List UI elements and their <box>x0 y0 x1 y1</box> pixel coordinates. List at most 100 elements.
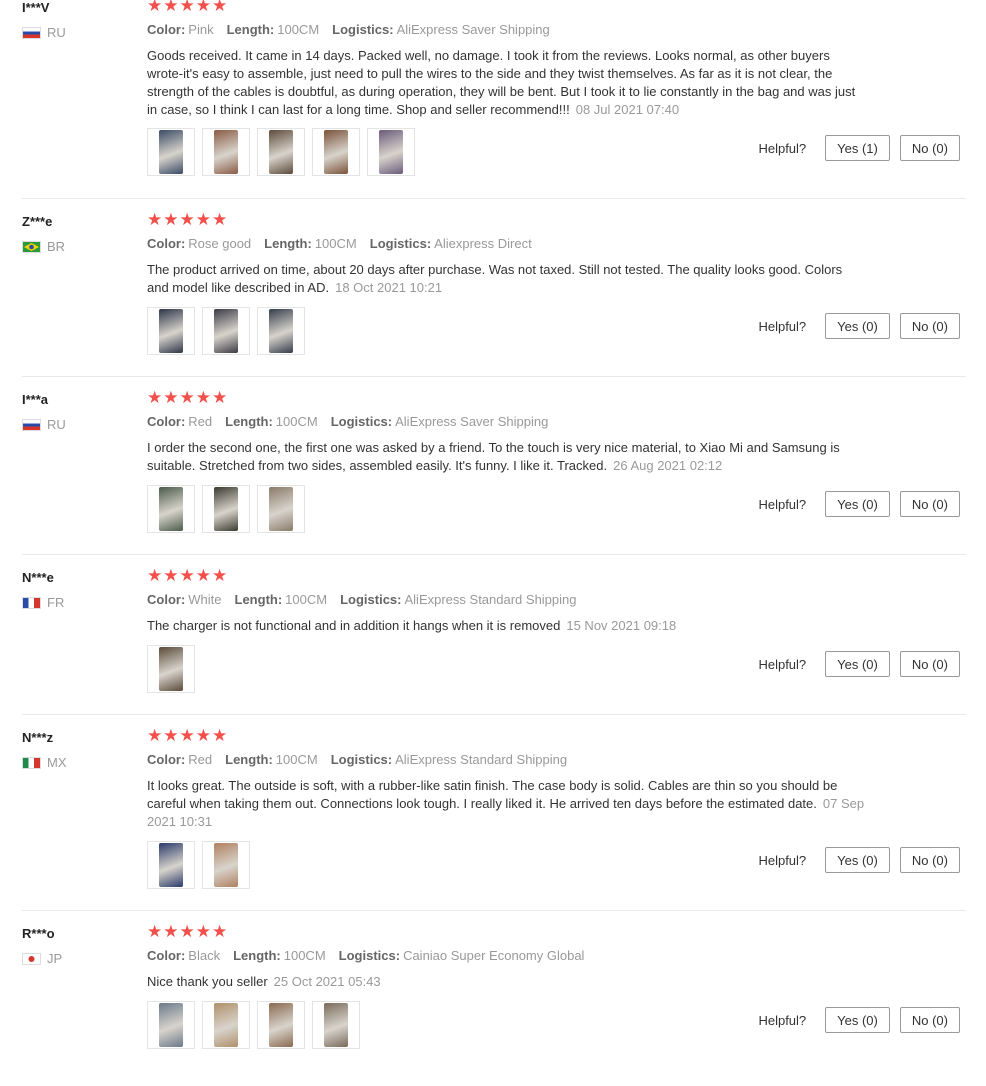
review-photos <box>147 645 202 693</box>
helpful-label: Helpful? <box>758 140 807 156</box>
review-photo[interactable] <box>202 841 250 889</box>
review-photo[interactable] <box>147 645 195 693</box>
review-photo[interactable] <box>257 1001 305 1049</box>
brazil-flag-icon <box>22 240 41 253</box>
review-content: Nice thank you seller <box>147 974 268 989</box>
photo-image <box>269 130 293 174</box>
review-divider <box>22 198 966 199</box>
reviewer-name: R***o <box>22 926 55 941</box>
color-label: Color: <box>147 592 186 607</box>
review-photos <box>147 128 422 176</box>
star-icon: ★ <box>163 922 179 941</box>
helpful-no-button[interactable]: No (0) <box>899 491 960 517</box>
review-photo[interactable] <box>202 485 250 533</box>
review-photo[interactable] <box>147 307 195 355</box>
star-icon: ★ <box>179 210 195 229</box>
country-code: RU <box>47 417 66 432</box>
review-text: I order the second one, the first one wa… <box>147 439 867 475</box>
photo-image <box>324 130 348 174</box>
length-value: 100CM <box>277 22 320 37</box>
helpful-no-button[interactable]: No (0) <box>899 847 960 873</box>
length-label: Length: <box>226 22 275 37</box>
reviewer-country: RU <box>22 25 66 40</box>
reviewer-name: N***e <box>22 570 54 585</box>
helpful-yes-button[interactable]: Yes (0) <box>825 313 890 339</box>
star-rating: ★ ★ ★ ★ ★ <box>147 389 228 406</box>
russia-flag-icon <box>22 418 41 431</box>
review-date: 25 Oct 2021 05:43 <box>273 974 381 989</box>
review-photo[interactable] <box>147 128 195 176</box>
length-label: Length: <box>225 752 273 767</box>
photo-image <box>159 309 183 353</box>
review-photo[interactable] <box>257 128 305 176</box>
review-photo[interactable] <box>257 307 305 355</box>
helpful-yes-button[interactable]: Yes (0) <box>825 847 890 873</box>
color-value: Black <box>188 948 221 963</box>
review-photo[interactable] <box>202 128 250 176</box>
helpful-no-button[interactable]: No (0) <box>899 313 960 339</box>
review-photo[interactable] <box>367 128 415 176</box>
helpful-no-button[interactable]: No (0) <box>899 1007 960 1033</box>
star-icon: ★ <box>147 0 163 15</box>
reviewer-country: MX <box>22 755 67 770</box>
review-date: 15 Nov 2021 09:18 <box>566 618 677 633</box>
review-photo[interactable] <box>147 1001 195 1049</box>
logistics-value: AliExpress Standard Shipping <box>404 592 577 607</box>
photo-image <box>214 487 238 531</box>
star-icon: ★ <box>163 0 179 15</box>
reviewer-country: FR <box>22 595 64 610</box>
helpful-votes: Helpful? Yes (1) No (0) <box>758 135 960 161</box>
photo-image <box>269 1003 293 1047</box>
color-label: Color: <box>147 236 186 251</box>
star-icon: ★ <box>163 566 179 585</box>
color-value: Pink <box>188 22 214 37</box>
length-value: 100CM <box>285 592 328 607</box>
helpful-no-button[interactable]: No (0) <box>899 135 960 161</box>
review-divider <box>22 554 966 555</box>
russia-flag-icon <box>22 26 41 39</box>
color-value: White <box>188 592 222 607</box>
country-code: FR <box>47 595 65 610</box>
helpful-no-button[interactable]: No (0) <box>899 651 960 677</box>
logistics-value: Aliexpress Direct <box>434 236 532 251</box>
review-photo[interactable] <box>257 485 305 533</box>
review-photo[interactable] <box>202 1001 250 1049</box>
star-icon: ★ <box>179 726 195 745</box>
star-icon: ★ <box>212 388 228 407</box>
star-icon: ★ <box>195 922 211 941</box>
star-icon: ★ <box>179 922 195 941</box>
review-divider <box>22 910 966 911</box>
length-label: Length: <box>233 948 281 963</box>
star-icon: ★ <box>147 566 163 585</box>
helpful-yes-button[interactable]: Yes (0) <box>825 491 890 517</box>
country-code: MX <box>47 755 67 770</box>
photo-image <box>324 1003 348 1047</box>
reviewer-country: BR <box>22 239 65 254</box>
helpful-yes-button[interactable]: Yes (0) <box>825 1007 890 1033</box>
photo-image <box>379 130 403 174</box>
star-icon: ★ <box>195 566 211 585</box>
review-photo[interactable] <box>147 841 195 889</box>
review-photo[interactable] <box>202 307 250 355</box>
photo-image <box>214 130 238 174</box>
logistics-value: AliExpress Standard Shipping <box>395 752 568 767</box>
helpful-label: Helpful? <box>758 318 807 334</box>
star-icon: ★ <box>195 726 211 745</box>
length-label: Length: <box>234 592 283 607</box>
color-label: Color: <box>147 752 186 767</box>
review-content: Goods received. It came in 14 days. Pack… <box>147 48 856 117</box>
france-flag-icon <box>22 596 41 609</box>
helpful-label: Helpful? <box>758 1012 807 1028</box>
star-rating: ★ ★ ★ ★ ★ <box>147 923 228 940</box>
review-photo[interactable] <box>312 128 360 176</box>
star-icon: ★ <box>212 566 228 585</box>
color-label: Color: <box>147 22 186 37</box>
reviewer-name: N***z <box>22 730 54 745</box>
helpful-yes-button[interactable]: Yes (0) <box>825 651 890 677</box>
review-photo[interactable] <box>312 1001 360 1049</box>
photo-image <box>159 130 183 174</box>
color-label: Color: <box>147 948 186 963</box>
review-content: The product arrived on time, about 20 da… <box>147 262 843 295</box>
helpful-yes-button[interactable]: Yes (1) <box>825 135 890 161</box>
review-photo[interactable] <box>147 485 195 533</box>
